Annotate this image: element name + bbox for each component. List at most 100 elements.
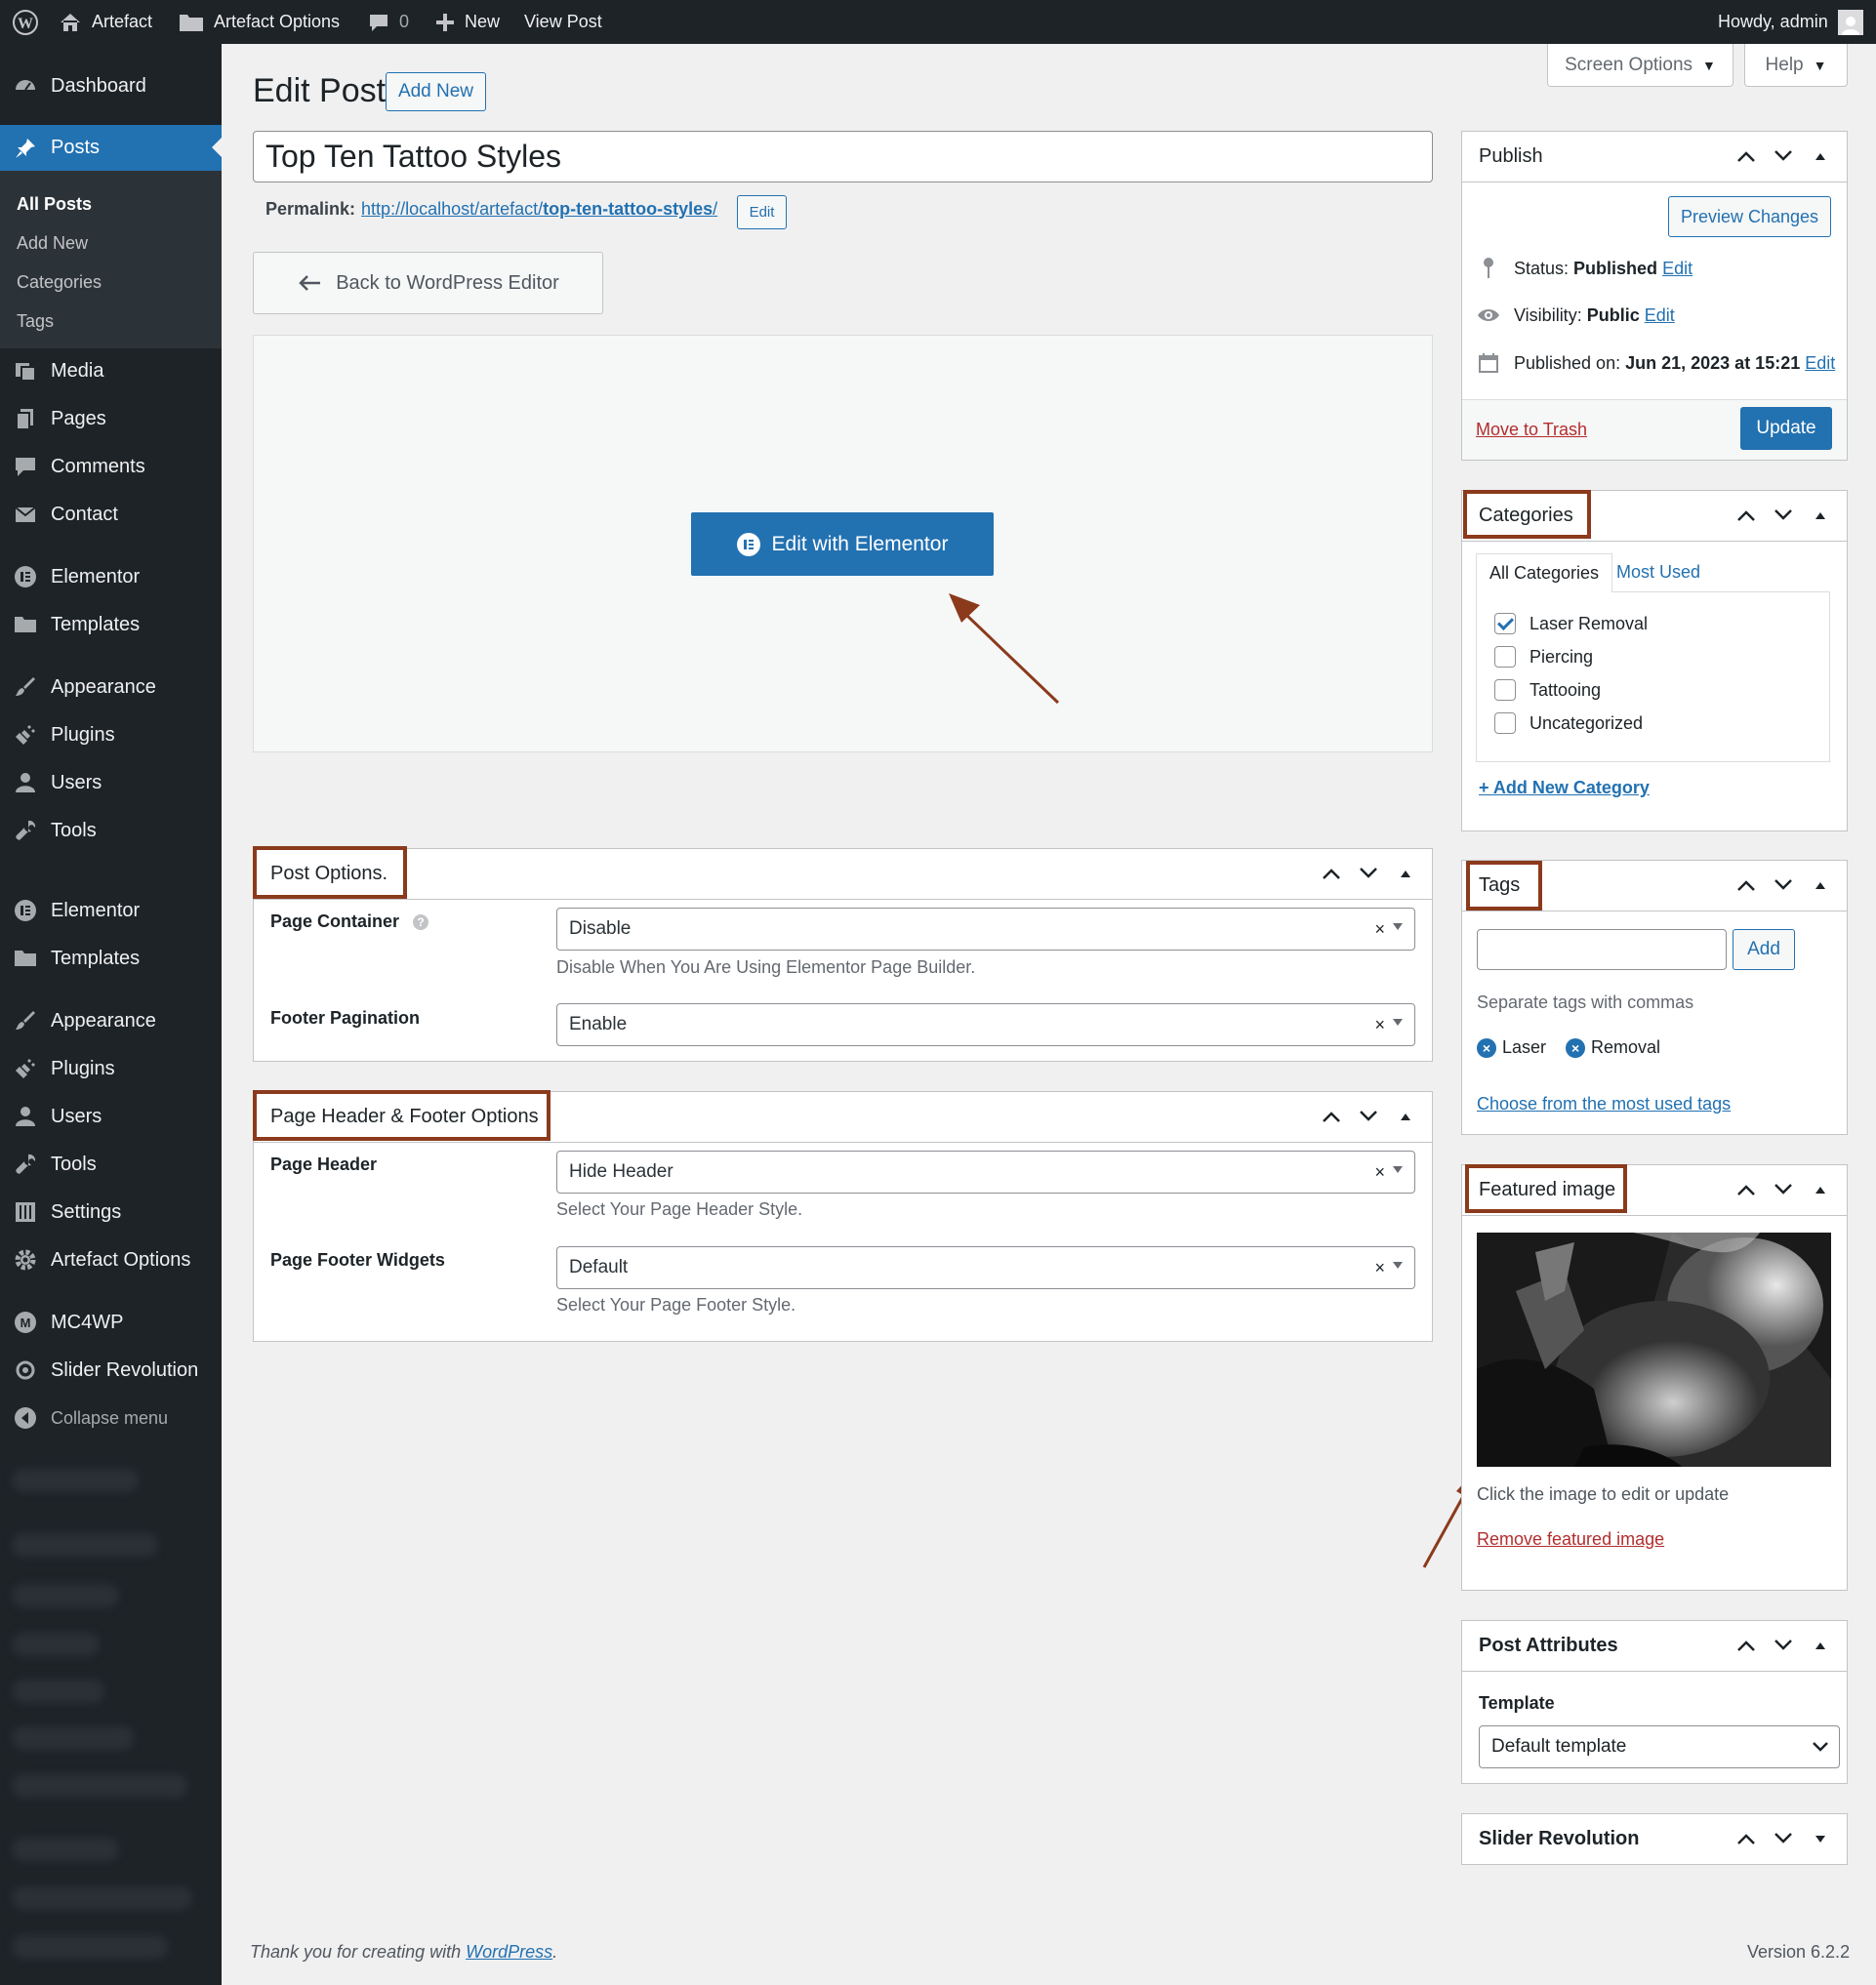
sidebar-item-pages[interactable]: Pages	[0, 396, 222, 441]
new-tag-input[interactable]	[1477, 929, 1727, 970]
toggle-triangle-icon[interactable]	[1393, 1104, 1418, 1129]
chevron-up-icon[interactable]	[1733, 503, 1759, 528]
sidebar-item-slider-revolution[interactable]: Slider Revolution	[0, 1348, 222, 1393]
featured-image-thumbnail[interactable]	[1477, 1233, 1831, 1467]
chevron-down-icon[interactable]	[1356, 861, 1381, 886]
site-name-link[interactable]: Artefact	[59, 0, 152, 44]
chevron-down-icon[interactable]	[1771, 1177, 1796, 1202]
chevron-down-icon[interactable]	[1771, 872, 1796, 898]
chevron-up-icon[interactable]	[1733, 1177, 1759, 1202]
help-tab[interactable]: Help ▼	[1744, 44, 1848, 87]
category-item[interactable]: Piercing	[1494, 646, 1593, 668]
page-container-select[interactable]: Disable ×	[556, 908, 1415, 951]
toggle-triangle-icon[interactable]	[1808, 872, 1833, 898]
page-footer-widgets-select[interactable]: Default ×	[556, 1246, 1415, 1289]
permalink-edit-button[interactable]: Edit	[737, 195, 787, 229]
clear-x-icon[interactable]: ×	[1374, 1162, 1385, 1183]
edit-status-link[interactable]: Edit	[1662, 259, 1692, 278]
sidebar-item-comments[interactable]: Comments	[0, 444, 222, 489]
tab-all-categories[interactable]: All Categories	[1476, 553, 1612, 592]
footer-pagination-select[interactable]: Enable ×	[556, 1003, 1415, 1046]
checkbox[interactable]	[1494, 712, 1516, 734]
toggle-triangle-icon[interactable]	[1393, 861, 1418, 886]
add-new-category-link[interactable]: + Add New Category	[1479, 778, 1650, 798]
toggle-triangle-icon[interactable]	[1808, 1633, 1833, 1658]
chevron-up-icon[interactable]	[1319, 861, 1344, 886]
toggle-triangle-icon[interactable]	[1808, 143, 1833, 169]
collapse-menu[interactable]: Collapse menu	[0, 1396, 222, 1440]
choose-most-used-tags-link[interactable]: Choose from the most used tags	[1477, 1094, 1731, 1114]
sidebar-item-plugins[interactable]: Plugins	[0, 712, 222, 757]
chevron-up-icon[interactable]	[1733, 1633, 1759, 1658]
template-select[interactable]: Default template	[1479, 1725, 1840, 1768]
category-item[interactable]: Uncategorized	[1494, 712, 1643, 734]
chevron-down-icon[interactable]	[1771, 1826, 1796, 1851]
add-new-button[interactable]: Add New	[386, 72, 486, 111]
toggle-triangle-icon[interactable]	[1808, 1177, 1833, 1202]
back-to-wordpress-editor-button[interactable]: Back to WordPress Editor	[253, 252, 603, 314]
sidebar-item-posts[interactable]: Posts	[0, 125, 222, 171]
tab-most-used[interactable]: Most Used	[1616, 562, 1700, 583]
sidebar-item-appearance[interactable]: Appearance	[0, 665, 222, 709]
sidebar-item-templates-2[interactable]: Templates	[0, 936, 222, 981]
chevron-up-icon[interactable]	[1319, 1104, 1344, 1129]
checkbox[interactable]	[1494, 679, 1516, 701]
sidebar-item-tools[interactable]: Tools	[0, 808, 222, 853]
screen-options-tab[interactable]: Screen Options ▼	[1547, 44, 1733, 87]
remove-tag-icon[interactable]: ×	[1566, 1037, 1586, 1058]
toggle-triangle-icon[interactable]	[1808, 503, 1833, 528]
post-title-input[interactable]	[253, 131, 1433, 182]
sidebar-item-media[interactable]: Media	[0, 348, 222, 393]
sidebar-item-tools-2[interactable]: Tools	[0, 1142, 222, 1187]
help-question-icon[interactable]: ?	[413, 913, 429, 930]
sidebar-item-appearance-2[interactable]: Appearance	[0, 998, 222, 1043]
checkbox[interactable]	[1494, 646, 1516, 668]
new-content-link[interactable]: New	[435, 0, 500, 44]
permalink-link[interactable]: http://localhost/artefact/top-ten-tattoo…	[361, 199, 717, 220]
edit-visibility-link[interactable]: Edit	[1645, 305, 1675, 325]
toggle-triangle-icon[interactable]	[1808, 1826, 1833, 1851]
update-button[interactable]: Update	[1740, 407, 1832, 450]
wordpress-link[interactable]: WordPress	[466, 1942, 552, 1962]
sidebar-item-contact[interactable]: Contact	[0, 492, 222, 537]
artefact-options-link[interactable]: Artefact Options	[179, 0, 340, 44]
chevron-down-icon[interactable]	[1771, 503, 1796, 528]
sidebar-item-settings[interactable]: Settings	[0, 1190, 222, 1235]
sidebar-item-elementor-2[interactable]: Elementor	[0, 888, 222, 933]
wordpress-logo-icon[interactable]: W	[12, 0, 39, 44]
submenu-all-posts[interactable]: All Posts	[17, 194, 92, 215]
preview-changes-button[interactable]: Preview Changes	[1668, 196, 1831, 237]
remove-tag-icon[interactable]: ×	[1477, 1037, 1496, 1058]
my-account[interactable]: Howdy, admin	[1718, 0, 1863, 44]
chevron-down-icon[interactable]	[1771, 1633, 1796, 1658]
checkbox[interactable]	[1494, 613, 1516, 634]
sidebar-item-elementor[interactable]: Elementor	[0, 554, 222, 599]
chevron-up-icon[interactable]	[1733, 1826, 1759, 1851]
sidebar-item-dashboard[interactable]: Dashboard	[0, 63, 222, 108]
sidebar-item-artefact-options[interactable]: Artefact Options	[0, 1237, 222, 1282]
submenu-categories[interactable]: Categories	[17, 272, 102, 293]
sidebar-item-users[interactable]: Users	[0, 760, 222, 805]
clear-x-icon[interactable]: ×	[1374, 1258, 1385, 1278]
chevron-up-icon[interactable]	[1733, 872, 1759, 898]
remove-featured-image-link[interactable]: Remove featured image	[1477, 1529, 1664, 1550]
chevron-down-icon[interactable]	[1356, 1104, 1381, 1129]
comments-link[interactable]: 0	[368, 0, 409, 44]
view-post-link[interactable]: View Post	[524, 0, 602, 44]
chevron-down-icon[interactable]	[1771, 143, 1796, 169]
page-header-select[interactable]: Hide Header ×	[556, 1151, 1415, 1194]
submenu-tags[interactable]: Tags	[17, 311, 54, 332]
category-item[interactable]: Tattooing	[1494, 679, 1601, 701]
chevron-up-icon[interactable]	[1733, 143, 1759, 169]
sidebar-item-mc4wp[interactable]: M MC4WP	[0, 1300, 222, 1345]
clear-x-icon[interactable]: ×	[1374, 919, 1385, 940]
edit-with-elementor-button[interactable]: Edit with Elementor	[691, 512, 994, 576]
add-tag-button[interactable]: Add	[1733, 929, 1795, 970]
move-to-trash-link[interactable]: Move to Trash	[1476, 420, 1587, 440]
sidebar-item-users-2[interactable]: Users	[0, 1094, 222, 1139]
clear-x-icon[interactable]: ×	[1374, 1015, 1385, 1035]
category-item[interactable]: Laser Removal	[1494, 613, 1648, 634]
sidebar-item-templates[interactable]: Templates	[0, 602, 222, 647]
sidebar-item-plugins-2[interactable]: Plugins	[0, 1046, 222, 1091]
submenu-add-new[interactable]: Add New	[17, 233, 88, 254]
